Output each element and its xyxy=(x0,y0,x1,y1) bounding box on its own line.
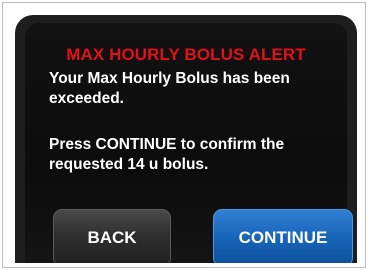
alert-message: Your Max Hourly Bolus has been exceeded. xyxy=(49,70,290,107)
image-frame: MAX HOURLY BOLUS ALERT Your Max Hourly B… xyxy=(2,2,366,268)
continue-button[interactable]: CONTINUE xyxy=(213,209,353,263)
alert-instruction: Press CONTINUE to confirm the requested … xyxy=(49,136,285,173)
alert-screen: MAX HOURLY BOLUS ALERT Your Max Hourly B… xyxy=(25,23,353,263)
alert-title: MAX HOURLY BOLUS ALERT xyxy=(66,45,306,64)
back-button[interactable]: BACK xyxy=(53,209,171,263)
device-bezel: MAX HOURLY BOLUS ALERT Your Max Hourly B… xyxy=(15,15,357,263)
